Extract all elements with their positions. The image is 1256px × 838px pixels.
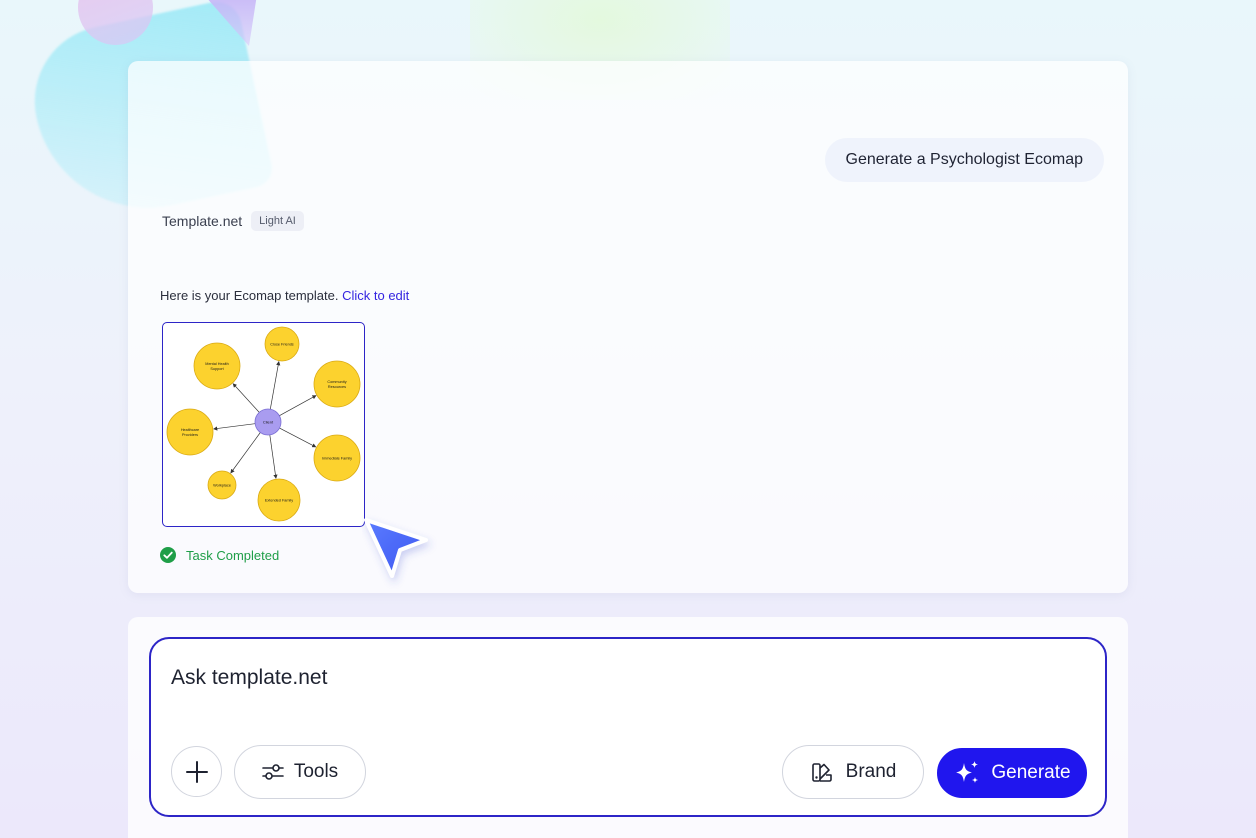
ecomap-node: Extended Family (257, 478, 301, 522)
background-shape-violet (198, 0, 258, 46)
ecomap-diagram: Mental HealthSupport Close Friends Communi… (166, 326, 361, 522)
task-status: Task Completed (160, 547, 279, 563)
ecomap-node-label: Mental Health (205, 362, 228, 366)
model-badge: Light AI (251, 211, 304, 231)
response-text: Here is your Ecomap template. (160, 288, 339, 303)
brand-label: Brand (845, 761, 897, 782)
click-to-edit-link[interactable]: Click to edit (342, 288, 409, 303)
ecomap-center-node: Client (254, 408, 282, 436)
assistant-response: Here is your Ecomap template. Click to e… (160, 288, 409, 303)
ecomap-node: Close Friends (264, 326, 300, 362)
background-shape-pink (78, 0, 153, 45)
sparkles-icon (956, 761, 979, 783)
check-circle-icon (160, 547, 176, 563)
ecomap-node-label: Immediate Family (322, 457, 352, 461)
ecomap-node: Mental HealthSupport (193, 342, 241, 390)
ecomap-node-label: Resources (328, 385, 346, 389)
ecomap-node: CommunityResources (313, 360, 361, 408)
ecomap-node-label: Providers (182, 433, 198, 437)
ecomap-template-preview[interactable]: Mental Health Support Close Friends Communi… (162, 322, 365, 527)
chat-panel: Generate a Psychologist Ecomap Template.… (128, 61, 1128, 593)
ecomap-node: HealthcareProviders (166, 408, 214, 456)
composer: Tools Brand Generate (149, 637, 1107, 817)
prompt-input[interactable] (171, 663, 1071, 693)
sliders-icon (262, 764, 284, 780)
ecomap-node: Workplace (207, 470, 237, 500)
generate-button[interactable]: Generate (937, 748, 1087, 798)
ecomap-node-label: Close Friends (270, 343, 294, 347)
tools-label: Tools (293, 761, 339, 782)
ecomap-edge (213, 423, 256, 431)
assistant-header: Template.net Light AI (162, 211, 304, 231)
generate-label: Generate (991, 762, 1071, 783)
plus-icon (185, 760, 208, 783)
composer-panel: Tools Brand Generate (128, 617, 1128, 838)
user-message: Generate a Psychologist Ecomap (824, 138, 1104, 182)
ecomap-edge (279, 395, 317, 417)
task-status-text: Task Completed (186, 547, 280, 563)
user-message-text: Generate a Psychologist Ecomap (845, 151, 1083, 168)
brand-palette-icon (811, 763, 832, 782)
ecomap-edge (269, 434, 278, 479)
ecomap-node-label: Workplace (213, 484, 231, 488)
pointer-cursor-icon (364, 518, 428, 578)
add-attachment-button[interactable] (171, 746, 222, 797)
ecomap-center-label: Client (263, 420, 274, 425)
ecomap-edge (279, 427, 317, 448)
ecomap-node: Immediate Family (313, 434, 361, 482)
ecomap-node-label: Healthcare (181, 428, 199, 432)
ecomap-edge (230, 432, 261, 474)
ecomap-node-label: Support (210, 367, 224, 371)
ecomap-edge (232, 383, 260, 413)
ecomap-node-label: Extended Family (265, 499, 293, 503)
tools-button[interactable]: Tools (234, 745, 366, 799)
brand-button[interactable]: Brand (782, 745, 924, 799)
ecomap-node-label: Community (327, 380, 346, 384)
ecomap-edge (269, 361, 281, 410)
assistant-name: Template.net (162, 213, 243, 229)
